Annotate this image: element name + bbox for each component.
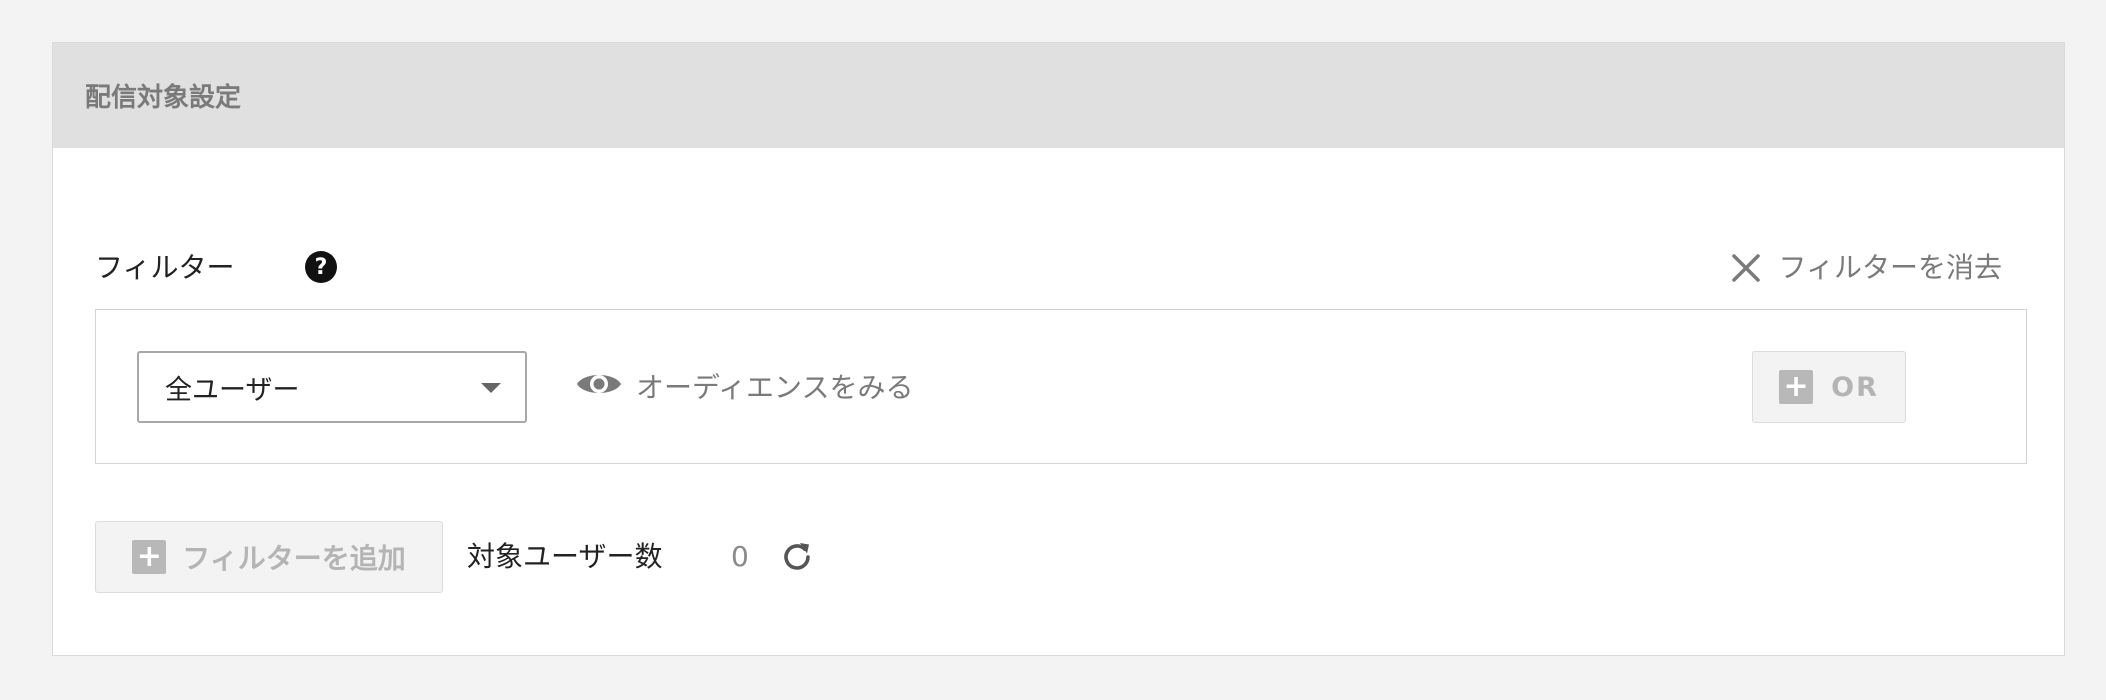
close-icon (1731, 253, 1761, 283)
panel-title: 配信対象設定 (85, 83, 242, 113)
caret-down-icon (481, 383, 501, 393)
plus-square-icon: + (132, 540, 167, 574)
refresh-icon[interactable] (778, 538, 816, 580)
filter-condition-box: 全ユーザー オーディエンスをみる + OR (95, 309, 2027, 464)
view-audience-label: オーディエンスをみる (636, 371, 914, 404)
audience-select-value: 全ユーザー (165, 374, 300, 406)
view-audience-link[interactable]: オーディエンスをみる (576, 350, 913, 422)
clear-filter-button[interactable]: フィルターを消去 (1731, 248, 2002, 288)
add-or-condition-button[interactable]: + OR (1752, 351, 1906, 423)
question-circle-icon[interactable]: ? (305, 251, 337, 283)
clear-filter-label: フィルターを消去 (1778, 251, 2002, 284)
filter-footer: + フィルターを追加 対象ユーザー数 0 (95, 521, 2064, 593)
help-icon-glyph: ? (314, 254, 328, 280)
add-filter-button[interactable]: + フィルターを追加 (95, 521, 443, 593)
target-user-count-label: 対象ユーザー数 (467, 540, 663, 573)
panel-header: 配信対象設定 (53, 43, 2064, 148)
filter-row: フィルター ? フィルターを消去 (95, 228, 2064, 308)
plus-square-icon: + (1779, 370, 1814, 404)
target-settings-panel: 配信対象設定 フィルター ? フィルターを消去 全ユーザー オーディエンスをみる… (52, 42, 2065, 656)
add-filter-label: フィルターを追加 (182, 542, 406, 575)
target-user-count-value: 0 (731, 540, 749, 573)
audience-select[interactable]: 全ユーザー (137, 351, 527, 423)
eye-icon (576, 369, 622, 403)
filter-label: フィルター (95, 251, 235, 284)
or-label: OR (1831, 371, 1879, 403)
